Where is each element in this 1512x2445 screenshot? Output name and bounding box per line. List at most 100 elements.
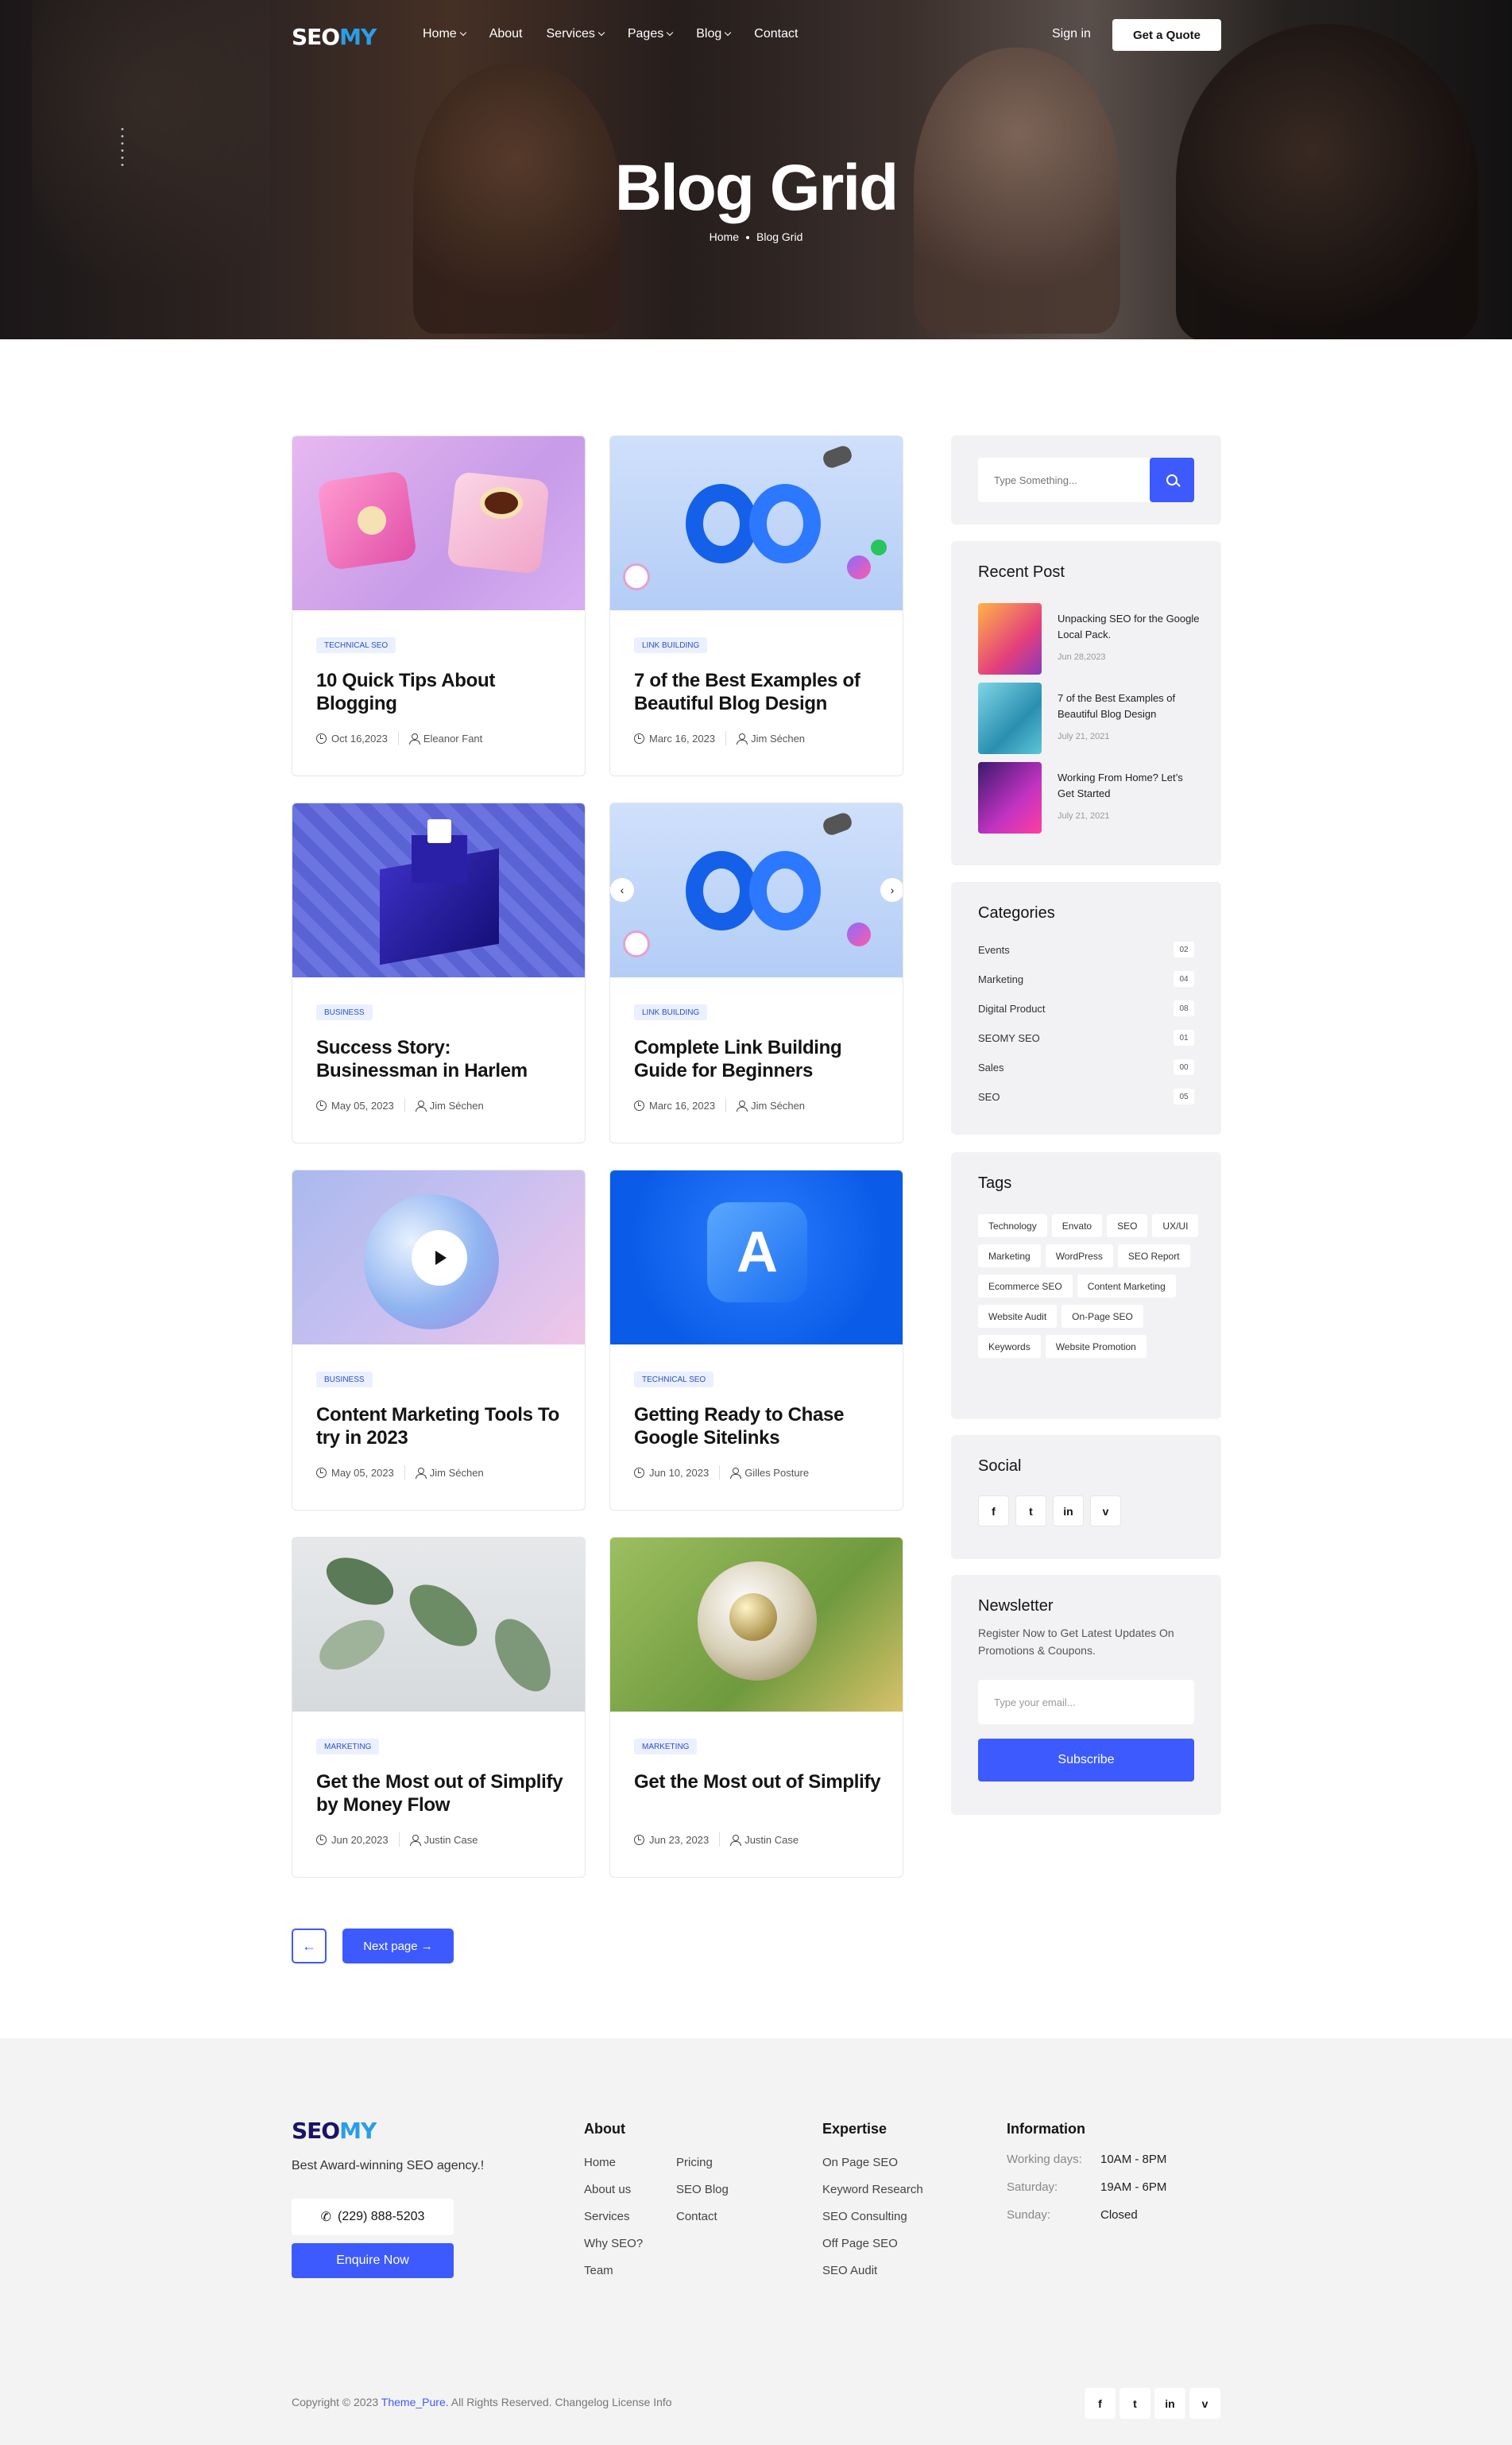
- footer-logo[interactable]: SEOMY: [292, 2118, 377, 2144]
- blog-card[interactable]: BUSINESS Content Marketing Tools To try …: [292, 1170, 586, 1511]
- post-image-leaves[interactable]: [292, 1538, 585, 1712]
- post-category-tag[interactable]: BUSINESS: [316, 1371, 373, 1387]
- category-item[interactable]: Marketing 04: [978, 969, 1194, 989]
- facebook-icon[interactable]: f: [1085, 2388, 1116, 2419]
- get-quote-button[interactable]: Get a Quote: [1112, 19, 1221, 51]
- post-category-tag[interactable]: LINK BUILDING: [634, 1004, 708, 1020]
- post-author[interactable]: Eleanor Fant: [423, 733, 482, 745]
- footer-link[interactable]: Contact: [676, 2210, 717, 2223]
- slider-next-button[interactable]: ›: [880, 878, 903, 902]
- post-author[interactable]: Jim Séchen: [430, 1467, 484, 1479]
- footer-link[interactable]: Keyword Research: [822, 2183, 923, 2196]
- tag-item[interactable]: UX/UI: [1152, 1214, 1199, 1237]
- footer-link[interactable]: Services: [584, 2210, 630, 2223]
- post-category-tag[interactable]: TECHNICAL SEO: [634, 1371, 714, 1387]
- copyright-brand-link[interactable]: Theme_Pure.: [381, 2396, 449, 2408]
- linkedin-icon[interactable]: in: [1053, 1495, 1084, 1526]
- tag-item[interactable]: SEO Report: [1117, 1244, 1190, 1267]
- category-item[interactable]: Sales 00: [978, 1057, 1194, 1077]
- post-category-tag[interactable]: MARKETING: [316, 1739, 380, 1754]
- recent-post-thumbnail[interactable]: [978, 683, 1042, 754]
- sign-in-link[interactable]: Sign in: [1052, 27, 1091, 41]
- post-title[interactable]: 7 of the Best Examples of Beautiful Blog…: [634, 669, 888, 715]
- post-author[interactable]: Justin Case: [424, 1834, 478, 1846]
- blog-card[interactable]: ‹ › LINK BUILDING Complete Link Building…: [609, 803, 903, 1143]
- post-image-meta-infinity-slider[interactable]: ‹ ›: [610, 803, 903, 977]
- footer-phone[interactable]: ✆ (229) 888-5203: [292, 2199, 454, 2235]
- vimeo-icon[interactable]: v: [1189, 2388, 1220, 2419]
- category-item[interactable]: SEO 05: [978, 1086, 1194, 1107]
- footer-link[interactable]: Home: [584, 2156, 616, 2169]
- tag-item[interactable]: Website Promotion: [1045, 1335, 1147, 1358]
- tag-item[interactable]: Ecommerce SEO: [978, 1275, 1073, 1298]
- tag-item[interactable]: Technology: [978, 1214, 1047, 1237]
- menu-item-home[interactable]: Home: [423, 27, 466, 41]
- search-button[interactable]: [1150, 458, 1194, 502]
- post-title[interactable]: 10 Quick Tips About Blogging: [316, 669, 570, 715]
- post-author[interactable]: Jim Séchen: [751, 1100, 805, 1112]
- post-image-app-store[interactable]: A: [610, 1170, 903, 1344]
- category-item[interactable]: Events 02: [978, 939, 1194, 960]
- tag-item[interactable]: Keywords: [978, 1335, 1041, 1358]
- post-author[interactable]: Justin Case: [744, 1834, 799, 1846]
- post-author[interactable]: Jim Séchen: [751, 733, 805, 745]
- blog-card[interactable]: A TECHNICAL SEO Getting Ready to Chase G…: [609, 1170, 903, 1511]
- enquire-now-button[interactable]: Enquire Now: [292, 2243, 454, 2278]
- menu-item-blog[interactable]: Blog: [696, 27, 732, 41]
- recent-post-item[interactable]: 7 of the Best Examples of Beautiful Blog…: [978, 683, 1208, 754]
- footer-link[interactable]: SEO Audit: [822, 2264, 877, 2277]
- footer-link[interactable]: Team: [584, 2264, 613, 2277]
- tag-item[interactable]: Content Marketing: [1077, 1275, 1176, 1298]
- post-image-gold-sphere[interactable]: [610, 1538, 903, 1712]
- blog-card[interactable]: MARKETING Get the Most out of Simplify b…: [292, 1537, 586, 1878]
- post-title[interactable]: Success Story: Businessman in Harlem: [316, 1036, 570, 1082]
- post-image-meta-infinity[interactable]: [610, 436, 903, 610]
- twitter-icon[interactable]: t: [1119, 2388, 1150, 2419]
- blog-card[interactable]: BUSINESS Success Story: Businessman in H…: [292, 803, 586, 1143]
- footer-link[interactable]: On Page SEO: [822, 2156, 898, 2169]
- recent-post-thumbnail[interactable]: [978, 603, 1042, 675]
- linkedin-icon[interactable]: in: [1154, 2388, 1185, 2419]
- post-category-tag[interactable]: TECHNICAL SEO: [316, 637, 396, 653]
- vimeo-icon[interactable]: v: [1090, 1495, 1121, 1526]
- pagination-next-button[interactable]: Next page →: [342, 1929, 454, 1963]
- post-image-pink-cubes[interactable]: [292, 436, 585, 610]
- menu-item-services[interactable]: Services: [547, 27, 605, 41]
- recent-post-title[interactable]: 7 of the Best Examples of Beautiful Blog…: [1058, 691, 1201, 722]
- post-title[interactable]: Getting Ready to Chase Google Sitelinks: [634, 1403, 888, 1449]
- footer-link[interactable]: Pricing: [676, 2156, 713, 2169]
- newsletter-email-input[interactable]: Type your email...: [978, 1680, 1194, 1724]
- post-title[interactable]: Get the Most out of Simplify by Money Fl…: [316, 1770, 570, 1816]
- recent-post-title[interactable]: Unpacking SEO for the Google Local Pack.: [1058, 611, 1201, 643]
- post-category-tag[interactable]: LINK BUILDING: [634, 637, 708, 653]
- post-category-tag[interactable]: MARKETING: [634, 1739, 698, 1754]
- post-title[interactable]: Content Marketing Tools To try in 2023: [316, 1403, 570, 1449]
- footer-link[interactable]: SEO Blog: [676, 2183, 729, 2196]
- slider-prev-button[interactable]: ‹: [610, 878, 634, 902]
- footer-link[interactable]: SEO Consulting: [822, 2210, 907, 2223]
- category-item[interactable]: SEOMY SEO 01: [978, 1027, 1194, 1048]
- post-image-video-sphere[interactable]: [292, 1170, 585, 1344]
- post-title[interactable]: Complete Link Building Guide for Beginne…: [634, 1036, 888, 1082]
- footer-link[interactable]: Why SEO?: [584, 2237, 643, 2250]
- play-button[interactable]: [412, 1230, 467, 1286]
- blog-card[interactable]: LINK BUILDING 7 of the Best Examples of …: [609, 435, 903, 776]
- recent-post-thumbnail[interactable]: [978, 762, 1042, 834]
- recent-post-item[interactable]: Working From Home? Let’s Get Started Jul…: [978, 762, 1208, 834]
- post-title[interactable]: Get the Most out of Simplify: [634, 1770, 888, 1793]
- tag-item[interactable]: Website Audit: [978, 1305, 1058, 1328]
- tag-item[interactable]: On-Page SEO: [1061, 1305, 1143, 1328]
- recent-post-item[interactable]: Unpacking SEO for the Google Local Pack.…: [978, 603, 1208, 675]
- search-input[interactable]: [978, 458, 1150, 502]
- menu-item-pages[interactable]: Pages: [628, 27, 674, 41]
- tag-item[interactable]: Marketing: [978, 1244, 1041, 1267]
- recent-post-title[interactable]: Working From Home? Let’s Get Started: [1058, 770, 1201, 802]
- tag-item[interactable]: SEO: [1107, 1214, 1148, 1237]
- tag-item[interactable]: WordPress: [1045, 1244, 1113, 1267]
- site-logo[interactable]: SEOMY: [292, 24, 377, 50]
- post-author[interactable]: Jim Séchen: [430, 1100, 484, 1112]
- breadcrumb-home[interactable]: Home: [710, 230, 739, 243]
- twitter-icon[interactable]: t: [1015, 1495, 1046, 1526]
- footer-link[interactable]: Off Page SEO: [822, 2237, 898, 2250]
- pagination-prev-button[interactable]: ←: [292, 1929, 327, 1963]
